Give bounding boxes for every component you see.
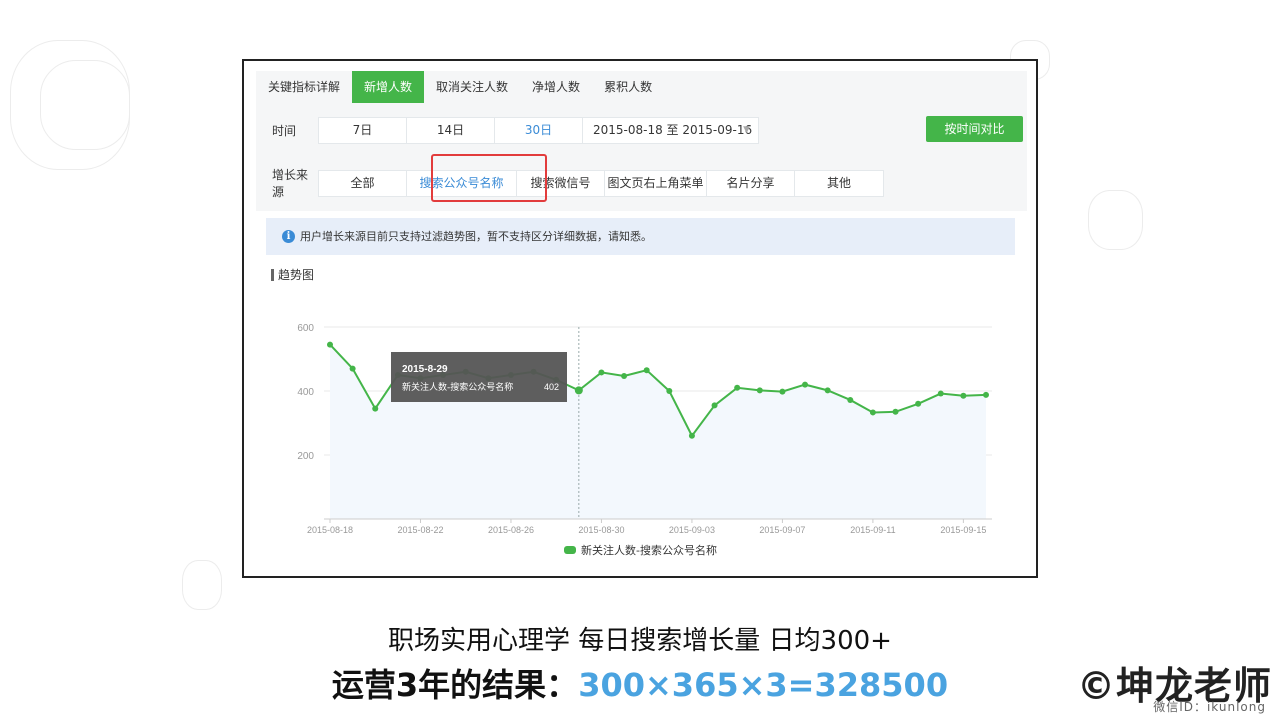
source-option-menu[interactable]: 图文页右上角菜单 xyxy=(605,170,707,196)
date-range-value: 2015-08-18 至 2015-09-16 xyxy=(593,123,753,137)
x-tick-label: 2015-08-22 xyxy=(397,525,443,535)
source-filter-row: 增长来源 全部 搜索公众号名称 搜索微信号 图文页右上角菜单 名片分享 其他 xyxy=(256,166,884,200)
y-tick-label: 200 xyxy=(297,451,314,462)
data-point xyxy=(869,409,876,416)
tab-2[interactable]: 取消关注人数 xyxy=(424,71,520,103)
time-option-30d[interactable]: 30日 xyxy=(495,118,583,143)
notice-text: 用户增长来源目前只支持过滤趋势图，暂不支持区分详细数据，请知悉。 xyxy=(300,230,652,243)
caption-formula: 300×365×3=328500 xyxy=(578,666,949,704)
x-tick-label: 2015-09-03 xyxy=(669,525,715,535)
data-point xyxy=(711,402,718,409)
x-tick-label: 2015-09-07 xyxy=(759,525,805,535)
x-tick-label: 2015-09-11 xyxy=(850,525,895,535)
data-point xyxy=(598,369,605,376)
data-point xyxy=(983,391,989,398)
time-label: 时间 xyxy=(272,124,297,138)
tab-3[interactable]: 净增人数 xyxy=(520,71,592,103)
data-point xyxy=(847,396,854,403)
y-tick-label: 600 xyxy=(297,323,314,334)
data-point xyxy=(372,405,379,412)
caption-line-1: 职场实用心理学 每日搜索增长量 日均300+ xyxy=(388,626,892,656)
data-point xyxy=(734,384,741,391)
tooltip-box xyxy=(391,352,567,402)
highlight-annotation xyxy=(431,154,547,202)
caption-prefix: 运营3年的结果： xyxy=(331,666,579,704)
data-point xyxy=(327,341,333,348)
compare-by-time-button[interactable]: 按时间对比 xyxy=(926,116,1023,142)
data-point xyxy=(802,381,809,388)
data-point xyxy=(666,388,673,394)
tab-4[interactable]: 累积人数 xyxy=(592,71,664,103)
data-point xyxy=(621,372,628,379)
filter-panel: 关键指标详解 新增人数 取消关注人数 净增人数 累积人数 时间 7日 14日 30日 2… xyxy=(256,71,1027,211)
tab-0[interactable]: 关键指标详解 xyxy=(256,71,352,103)
data-point xyxy=(349,365,356,372)
source-option-other[interactable]: 其他 xyxy=(795,170,883,196)
data-point xyxy=(824,387,831,394)
x-tick-label: 2015-08-30 xyxy=(578,525,624,535)
brand-wechat: 微信ID：ikunlong xyxy=(1153,700,1266,714)
tab-1[interactable]: 新增人数 xyxy=(352,71,425,103)
trend-chart: 200 400 600 2015-08-18 2015-08-22 2015-08-26 2… xyxy=(297,323,992,557)
time-filter-row: 时间 7日 14日 30日 2015-08-18 至 2015-09-16 ▼ xyxy=(256,117,759,144)
date-range-picker[interactable]: 2015-08-18 至 2015-09-16 ▼ xyxy=(583,118,758,143)
decorative-shape xyxy=(1088,190,1143,250)
time-option-14d[interactable]: 14日 xyxy=(407,118,495,143)
info-icon: i xyxy=(282,230,295,243)
source-selector: 全部 搜索公众号名称 搜索微信号 图文页右上角菜单 名片分享 其他 xyxy=(318,169,884,197)
data-point xyxy=(915,400,922,407)
legend-swatch xyxy=(564,546,576,554)
source-label: 增长来源 xyxy=(272,168,309,199)
data-point xyxy=(574,386,583,395)
time-option-7d[interactable]: 7日 xyxy=(319,118,407,143)
tooltip-date: 2015-8-29 xyxy=(402,364,448,375)
source-option-card-share[interactable]: 名片分享 xyxy=(707,170,795,196)
y-tick-label: 400 xyxy=(297,387,314,398)
data-point xyxy=(937,390,944,397)
section-title: 趋势图 xyxy=(271,269,314,281)
decorative-shape xyxy=(182,560,222,610)
decorative-shape xyxy=(40,60,130,150)
notice-banner: i 用户增长来源目前只支持过滤趋势图，暂不支持区分详细数据，请知悉。 xyxy=(266,218,1015,255)
data-point xyxy=(960,392,967,399)
source-option-all[interactable]: 全部 xyxy=(319,170,407,196)
x-tick-label: 2015-09-15 xyxy=(940,525,986,535)
data-point xyxy=(643,367,650,374)
chevron-down-icon: ▼ xyxy=(743,125,750,135)
data-point xyxy=(779,388,786,395)
data-point xyxy=(892,408,899,415)
legend-label: 新关注人数-搜索公众号名称 xyxy=(581,543,717,557)
tooltip-value: 402 xyxy=(544,382,559,392)
metric-tabs: 关键指标详解 新增人数 取消关注人数 净增人数 累积人数 xyxy=(256,71,664,103)
data-point xyxy=(756,387,763,394)
data-point xyxy=(688,432,695,439)
x-tick-label: 2015-08-26 xyxy=(488,525,534,535)
time-range-selector: 7日 14日 30日 2015-08-18 至 2015-09-16 ▼ xyxy=(318,117,759,144)
screenshot-frame: 关键指标详解 新增人数 取消关注人数 净增人数 累积人数 时间 7日 14日 30日 2… xyxy=(242,59,1038,578)
x-tick-label: 2015-08-18 xyxy=(307,525,353,535)
tooltip-series: 新关注人数-搜索公众号名称 xyxy=(402,381,513,393)
